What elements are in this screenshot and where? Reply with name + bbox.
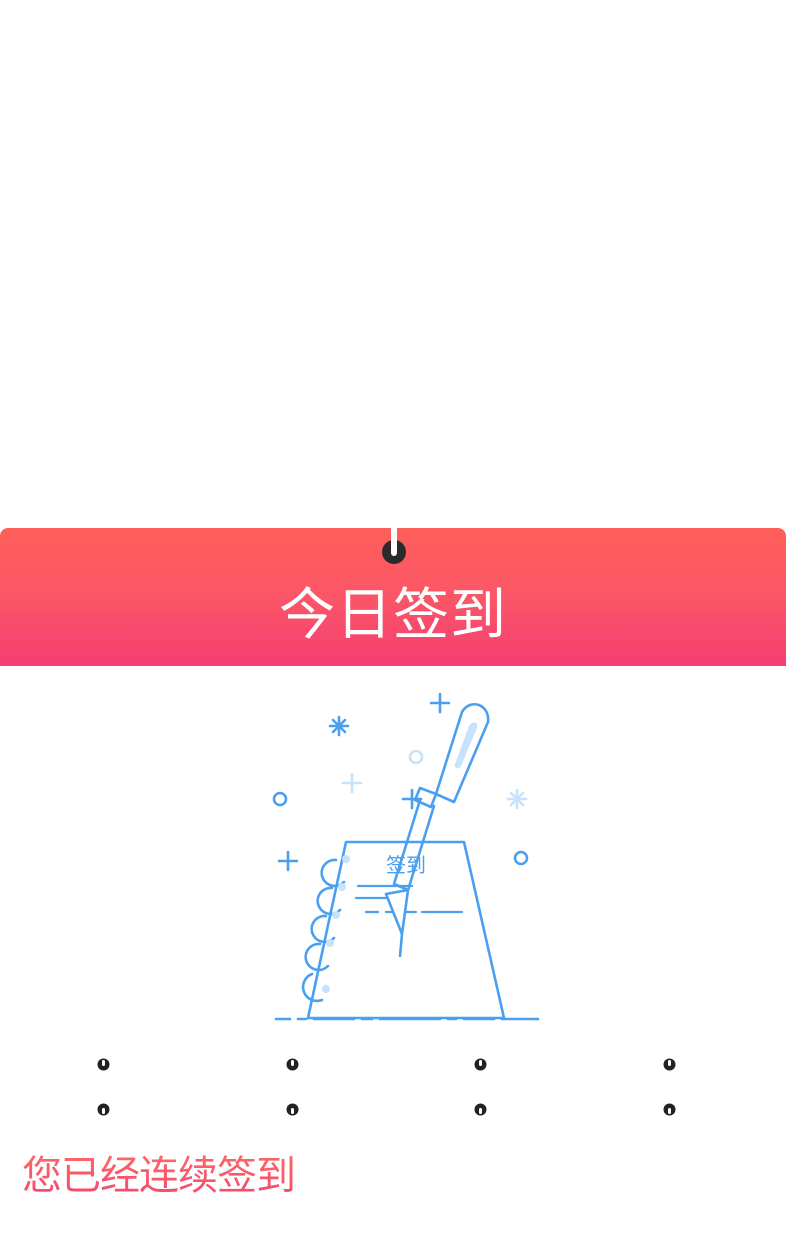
- day-marker-icon: [474, 1103, 487, 1116]
- hanger-icon: [382, 528, 406, 564]
- notebook-label: 签到: [386, 853, 426, 877]
- day-marker-icon: [663, 1058, 676, 1071]
- page-title: 今日签到: [279, 583, 507, 648]
- checkin-day-markers: [0, 1048, 786, 1124]
- day-marker-icon: [97, 1103, 110, 1116]
- streak-label: 您已经连续签到: [22, 1148, 296, 1204]
- notebook-pen-icon: 签到: [272, 692, 540, 1021]
- day-marker-icon: [663, 1103, 676, 1116]
- day-marker-icon: [286, 1103, 299, 1116]
- day-marker-icon: [286, 1058, 299, 1071]
- blank-area: [0, 0, 786, 528]
- day-marker-icon: [97, 1058, 110, 1071]
- day-marker-icon: [474, 1058, 487, 1071]
